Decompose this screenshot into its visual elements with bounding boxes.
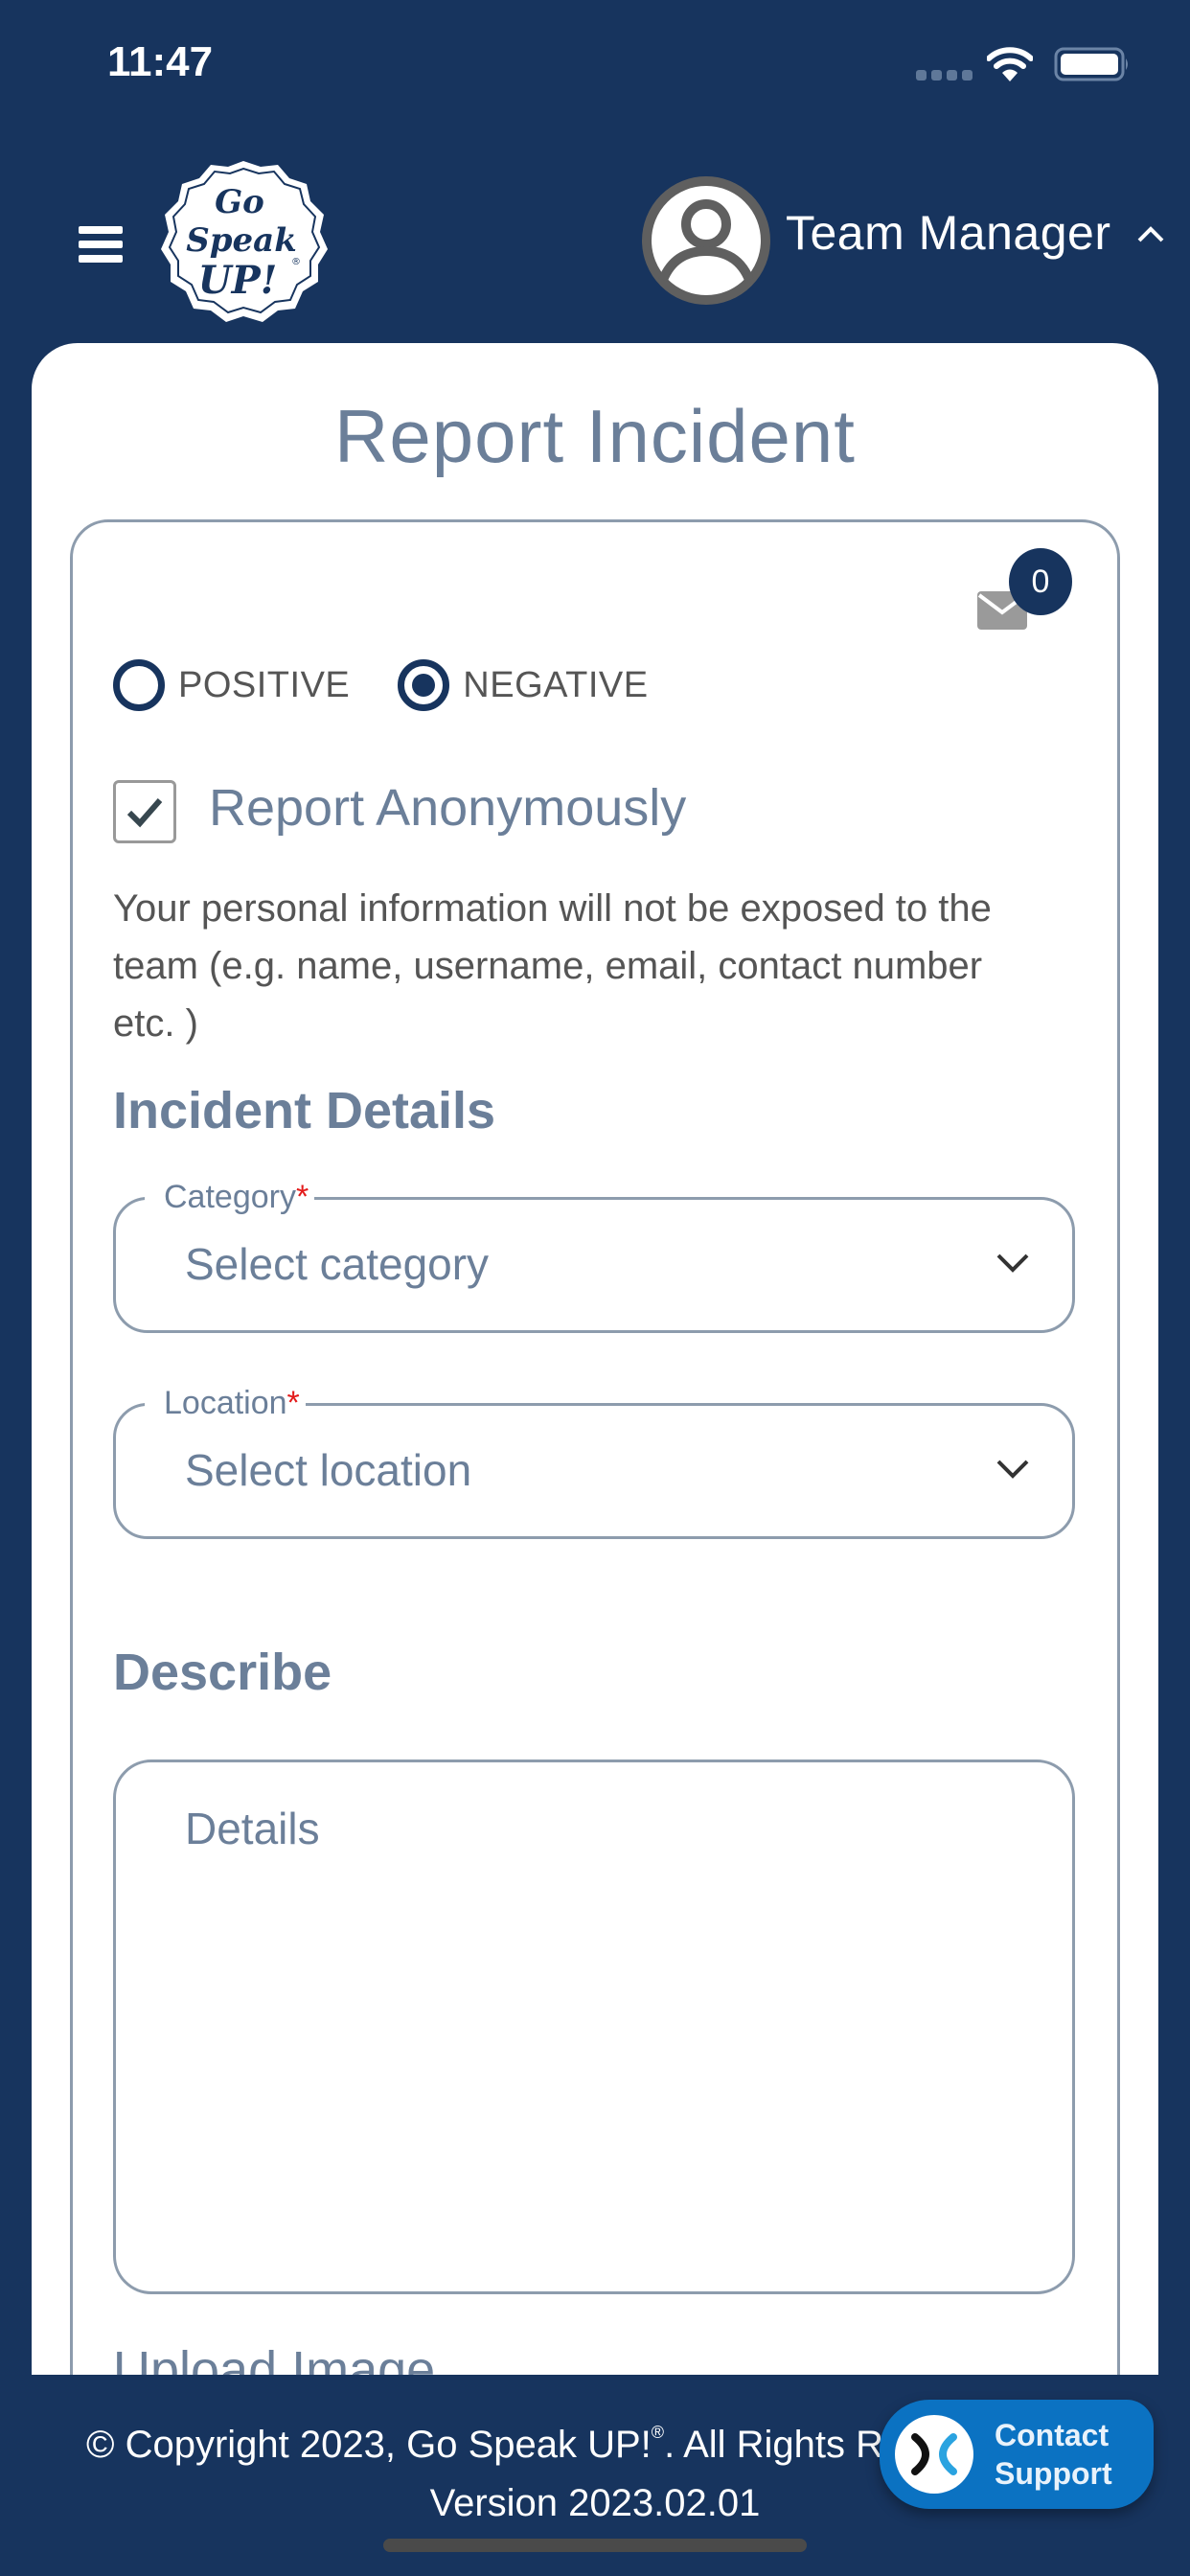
copyright-main: © Copyright 2023, Go Speak UP!	[86, 2424, 652, 2466]
registered-mark: ®	[651, 2423, 665, 2442]
radio-checked-icon[interactable]	[398, 659, 450, 711]
report-type-radio-group: POSITIVE NEGATIVE	[113, 659, 697, 711]
radio-label: POSITIVE	[178, 664, 351, 705]
chevron-down-icon	[996, 1460, 1029, 1479]
report-anonymously-label[interactable]: Report Anonymously	[209, 778, 686, 838]
required-marker: *	[295, 1179, 309, 1215]
chevron-down-icon	[996, 1254, 1029, 1273]
location-value: Select location	[185, 1445, 472, 1495]
status-time: 11:47	[107, 38, 214, 85]
wifi-icon	[987, 47, 1033, 81]
home-indicator[interactable]	[383, 2539, 807, 2552]
anonymity-description: Your personal information will not be ex…	[113, 887, 992, 1045]
describe-heading: Describe	[113, 1644, 332, 1701]
svg-text:UP!: UP!	[198, 258, 278, 303]
chevron-up-icon[interactable]	[1136, 224, 1165, 243]
upload-image-heading: Upload Image	[113, 2341, 436, 2375]
svg-text:®: ®	[291, 257, 301, 267]
contact-support-label: Contact Support	[995, 2416, 1112, 2493]
incident-details-heading: Incident Details	[113, 1082, 496, 1139]
category-select[interactable]: Category* Select category	[113, 1179, 1075, 1333]
go-speak-up-logo[interactable]: Go Speak UP! ®	[157, 157, 330, 326]
radio-negative[interactable]: NEGATIVE	[398, 659, 648, 711]
svg-text:Speak: Speak	[186, 221, 297, 260]
page-title: Report Incident	[334, 394, 856, 478]
contact-support-line2: Support	[995, 2456, 1112, 2491]
report-anonymously-checkbox[interactable]	[113, 780, 176, 843]
category-label: Category*	[145, 1179, 315, 1216]
radio-positive[interactable]: POSITIVE	[113, 659, 350, 711]
battery-icon	[1054, 47, 1128, 81]
category-value: Select category	[185, 1239, 490, 1289]
location-select[interactable]: Location* Select location	[113, 1385, 1075, 1539]
contact-support-button[interactable]: Contact Support	[880, 2400, 1154, 2509]
category-label-text: Category	[164, 1179, 296, 1215]
location-label-text: Location	[164, 1385, 287, 1421]
support-logo-icon	[895, 2415, 973, 2494]
radio-unchecked-icon[interactable]	[113, 659, 165, 711]
details-textarea[interactable]	[116, 1762, 1072, 2291]
contact-support-line1: Contact	[995, 2418, 1110, 2452]
radio-label: NEGATIVE	[463, 664, 649, 705]
hamburger-menu-icon[interactable]	[79, 226, 123, 263]
checkmark-icon	[126, 798, 163, 828]
profile-menu-button[interactable]: Team Manager	[786, 205, 1111, 261]
user-avatar-icon[interactable]	[642, 176, 770, 305]
required-marker: *	[286, 1385, 300, 1421]
unread-count-badge[interactable]: 0	[1009, 548, 1072, 615]
cellular-signal-icon	[916, 70, 973, 80]
location-label: Location*	[145, 1385, 306, 1422]
details-textarea-wrapper	[113, 1760, 1075, 2294]
upload-heading-container: Upload Image	[70, 2329, 1120, 2375]
svg-text:Go: Go	[215, 183, 264, 221]
